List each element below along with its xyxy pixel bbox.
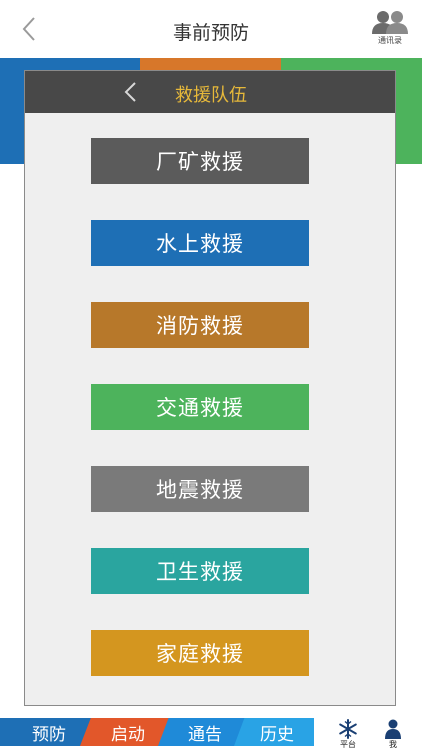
tab-notice[interactable]: 通告 <box>158 718 246 746</box>
tab-history-label: 历史 <box>260 724 294 745</box>
factory-mine-rescue-button[interactable]: 厂矿救援 <box>91 138 309 184</box>
page-title: 事前预防 <box>172 22 249 44</box>
health-rescue-button[interactable]: 卫生救援 <box>91 548 309 594</box>
tab-notice-label: 通告 <box>188 724 222 745</box>
platform-label: 平台 <box>340 740 356 749</box>
family-rescue-button[interactable]: 家庭救援 <box>91 630 309 676</box>
bottom-tab-bar: 预防 启动 通告 历史 平台 我 <box>0 716 422 750</box>
tab-start-label: 启动 <box>111 724 145 745</box>
rescue-team-modal: 救援队伍 厂矿救援 水上救援 消防救援 交通救援 地震救援 卫生救援 家庭救援 <box>24 70 396 706</box>
contacts-label: 通讯录 <box>378 36 402 45</box>
modal-header: 救援队伍 <box>25 71 395 113</box>
traffic-rescue-button[interactable]: 交通救援 <box>91 384 309 430</box>
me-label: 我 <box>389 740 397 749</box>
contacts-button[interactable]: 通讯录 <box>370 10 410 52</box>
modal-title: 救援队伍 <box>175 85 247 106</box>
tab-prevention-label: 预防 <box>32 724 66 745</box>
user-icon <box>385 719 401 739</box>
top-navigation-bar: 事前预防 通讯录 <box>0 0 422 58</box>
water-rescue-button[interactable]: 水上救援 <box>91 220 309 266</box>
me-button[interactable]: 我 <box>376 719 410 749</box>
tab-start[interactable]: 启动 <box>80 718 170 746</box>
fire-rescue-button[interactable]: 消防救援 <box>91 302 309 348</box>
platform-button[interactable]: 平台 <box>331 719 365 749</box>
contacts-icon <box>372 11 408 34</box>
earthquake-rescue-button[interactable]: 地震救援 <box>91 466 309 512</box>
tab-prevention[interactable]: 预防 <box>0 718 92 746</box>
snowflake-icon <box>339 719 357 739</box>
modal-back-chevron-icon[interactable] <box>119 80 143 104</box>
tab-history[interactable]: 历史 <box>234 718 314 746</box>
